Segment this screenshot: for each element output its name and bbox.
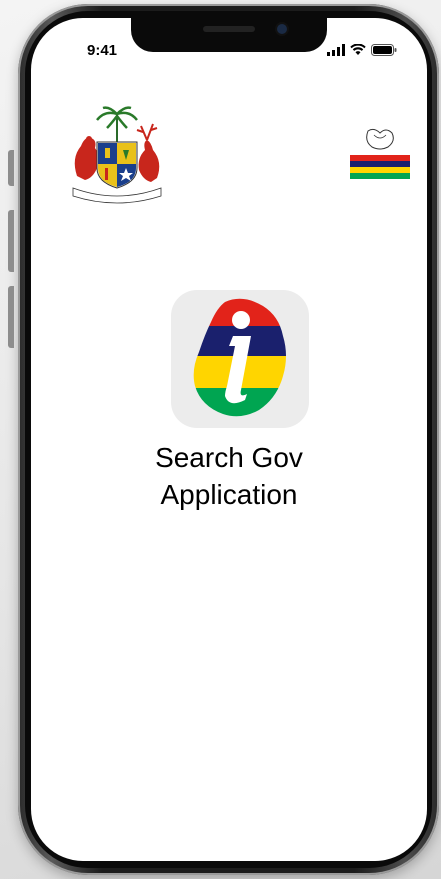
coat-of-arms-logo — [72, 106, 162, 204]
mauritius-map-info-icon — [193, 298, 287, 417]
volume-up-button — [8, 210, 14, 272]
volume-down-button — [8, 286, 14, 348]
mute-switch — [8, 150, 14, 186]
app-title-line-2: Application — [160, 479, 298, 510]
wifi-icon — [350, 44, 366, 55]
speaker-grill — [203, 26, 255, 32]
status-time: 9:41 — [87, 42, 118, 59]
jubilee-50-logo — [350, 125, 410, 199]
app-title-line-1: Search Gov — [155, 442, 303, 473]
cellular-signal-icon — [327, 44, 345, 56]
phone-screen: 9:41 Search Gov Application — [31, 18, 427, 861]
battery-icon — [371, 44, 397, 56]
notch — [131, 18, 327, 52]
front-camera — [277, 24, 287, 34]
status-icons — [327, 44, 397, 56]
search-gov-app-icon[interactable] — [171, 290, 309, 428]
